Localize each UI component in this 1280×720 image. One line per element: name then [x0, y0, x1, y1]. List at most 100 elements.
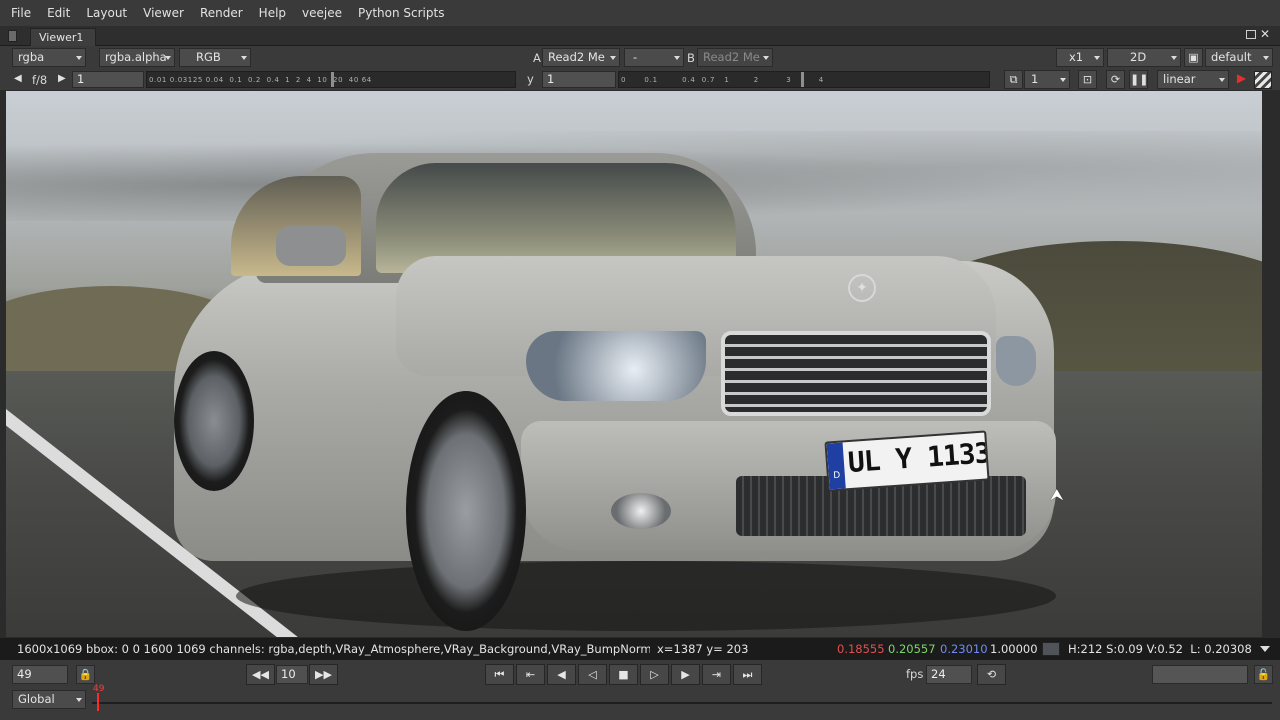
float-panel-icon[interactable]: [1246, 30, 1256, 39]
next-frame-button[interactable]: ▶: [671, 664, 700, 685]
clipping-warning-icon[interactable]: ▶: [1233, 71, 1250, 88]
image-car-foglight: [611, 493, 671, 529]
input-a-dropdown[interactable]: Read2 Me: [542, 48, 620, 67]
range-mode-value: Global: [18, 692, 55, 706]
menu-viewer[interactable]: Viewer: [135, 0, 192, 26]
chevron-down-icon: [1060, 78, 1066, 82]
menu-edit[interactable]: Edit: [39, 0, 78, 26]
gain-input[interactable]: 1: [72, 71, 144, 88]
menu-help[interactable]: Help: [251, 0, 294, 26]
gain-increase-icon[interactable]: ▶: [58, 73, 66, 84]
alpha-channel-dropdown[interactable]: rgba.alpha: [99, 48, 175, 67]
fstop-label: f/8: [32, 73, 48, 87]
menu-bar: File Edit Layout Viewer Render Help veej…: [0, 0, 1280, 26]
chevron-down-icon: [1171, 56, 1177, 60]
zoom-dropdown[interactable]: x1: [1056, 48, 1104, 67]
channels-dropdown[interactable]: rgba: [12, 48, 86, 67]
chevron-down-icon: [76, 56, 82, 60]
cursor-coordinates: x=1387 y= 203: [657, 642, 749, 656]
last-frame-button[interactable]: ⏭: [733, 664, 762, 685]
play-backward-button[interactable]: ◁: [578, 664, 607, 685]
increment-input[interactable]: 10: [276, 665, 308, 684]
input-b-value: Read2 Me: [703, 50, 760, 64]
lock-range-icon[interactable]: 🔓: [1254, 665, 1273, 684]
previous-frame-button[interactable]: ◀: [547, 664, 576, 685]
image-car-grille: [721, 331, 991, 416]
image-plate-text: UL Y 1133: [846, 436, 990, 480]
chevron-down-icon: [1219, 78, 1225, 82]
input-b-dropdown[interactable]: Read2 Me: [697, 48, 773, 67]
tab-viewer1[interactable]: Viewer1: [30, 28, 96, 46]
chevron-down-icon: [674, 56, 680, 60]
panel-menu-icon[interactable]: [8, 30, 17, 42]
mouse-cursor-icon: ⮝: [1050, 485, 1064, 504]
previous-keyframe-button[interactable]: ⇤: [516, 664, 545, 685]
chevron-down-icon: [241, 56, 247, 60]
image-car-shadow: [236, 561, 1056, 631]
gamma-label: y: [527, 72, 534, 86]
fps-input[interactable]: 24: [926, 665, 972, 684]
gamma-slider[interactable]: 0 0.1 0.4 0.7 1 2 3 4: [618, 71, 990, 88]
lock-frame-icon[interactable]: 🔒: [76, 665, 95, 684]
channels-value: rgba: [18, 50, 45, 64]
gain-slider-handle[interactable]: [331, 72, 334, 87]
gamma-slider-handle[interactable]: [801, 72, 804, 87]
image-car-headlight: [526, 331, 706, 401]
panel-tab-row: [0, 26, 1280, 46]
input-a-value: Read2 Me: [548, 50, 605, 64]
menu-file[interactable]: File: [3, 0, 39, 26]
chevron-down-icon: [763, 56, 769, 60]
pixel-alpha-value: 1.00000: [990, 642, 1038, 656]
play-forward-button[interactable]: ▷: [640, 664, 669, 685]
first-frame-button[interactable]: ⏮: [485, 664, 514, 685]
pixel-info-bar: 1600x1069 bbox: 0 0 1600 1069 channels: …: [0, 638, 1280, 660]
menu-python-scripts[interactable]: Python Scripts: [350, 0, 452, 26]
camera-icon[interactable]: ▣: [1184, 48, 1203, 67]
pixel-blue-value: 0.23010: [940, 642, 988, 656]
chevron-down-icon: [76, 698, 82, 702]
roi-icon[interactable]: ⊡: [1078, 70, 1097, 89]
display-channel-dropdown[interactable]: RGB: [179, 48, 251, 67]
display-channel-value: RGB: [196, 50, 221, 64]
timeline-track[interactable]: [92, 702, 1272, 704]
pause-icon[interactable]: ❚❚: [1129, 70, 1148, 89]
step-forward-increment-button[interactable]: ▶▶: [309, 664, 338, 685]
close-panel-icon[interactable]: ✕: [1260, 27, 1270, 41]
view-mode-dropdown[interactable]: 2D: [1107, 48, 1181, 67]
range-mode-dropdown[interactable]: Global: [12, 690, 86, 709]
menu-render[interactable]: Render: [192, 0, 251, 26]
image-plate-eu-band: D: [826, 442, 846, 490]
proxy-icon[interactable]: ⧉: [1004, 70, 1023, 89]
gain-decrease-icon[interactable]: ◀: [14, 73, 22, 84]
frame-input[interactable]: 49: [12, 665, 68, 684]
filter-dropdown[interactable]: linear: [1157, 70, 1229, 89]
view-mode-value: 2D: [1130, 50, 1147, 64]
playback-range-field[interactable]: [1152, 665, 1248, 684]
input-b-label: B: [687, 51, 695, 65]
info-menu-chevron-icon[interactable]: [1260, 646, 1270, 652]
gain-slider-ticks: 0.01 0.03125 0.04 0.1 0.2 0.4 1 2 4 10 2…: [149, 76, 372, 84]
timeline-playhead[interactable]: [97, 693, 99, 711]
zebra-stripes-icon[interactable]: [1254, 71, 1272, 89]
filter-value: linear: [1163, 72, 1196, 86]
gamma-slider-ticks: 0 0.1 0.4 0.7 1 2 3 4: [621, 76, 824, 84]
next-keyframe-button[interactable]: ⇥: [702, 664, 731, 685]
input-a-label: A: [533, 51, 541, 65]
lut-view-dropdown[interactable]: default: [1205, 48, 1273, 67]
lut-view-value: default: [1211, 50, 1252, 64]
image-car-headlight-right: [996, 336, 1036, 386]
step-back-increment-button[interactable]: ◀◀: [246, 664, 275, 685]
image-car-star-emblem: ✦: [848, 274, 876, 302]
chevron-down-icon: [1263, 56, 1269, 60]
loop-mode-button[interactable]: ⟲: [977, 664, 1006, 685]
viewer-canvas[interactable]: ✦ D UL Y 1133 ⮝: [6, 91, 1262, 637]
menu-veejee[interactable]: veejee: [294, 0, 350, 26]
menu-layout[interactable]: Layout: [78, 0, 135, 26]
image-car-mirror: [276, 226, 346, 266]
stop-button[interactable]: ■: [609, 664, 638, 685]
proxy-scale-dropdown[interactable]: 1: [1024, 70, 1070, 89]
compare-op-dropdown[interactable]: -: [624, 48, 684, 67]
refresh-icon[interactable]: ⟳: [1106, 70, 1125, 89]
gain-slider[interactable]: 0.01 0.03125 0.04 0.1 0.2 0.4 1 2 4 10 2…: [146, 71, 516, 88]
gamma-input[interactable]: 1: [542, 71, 616, 88]
